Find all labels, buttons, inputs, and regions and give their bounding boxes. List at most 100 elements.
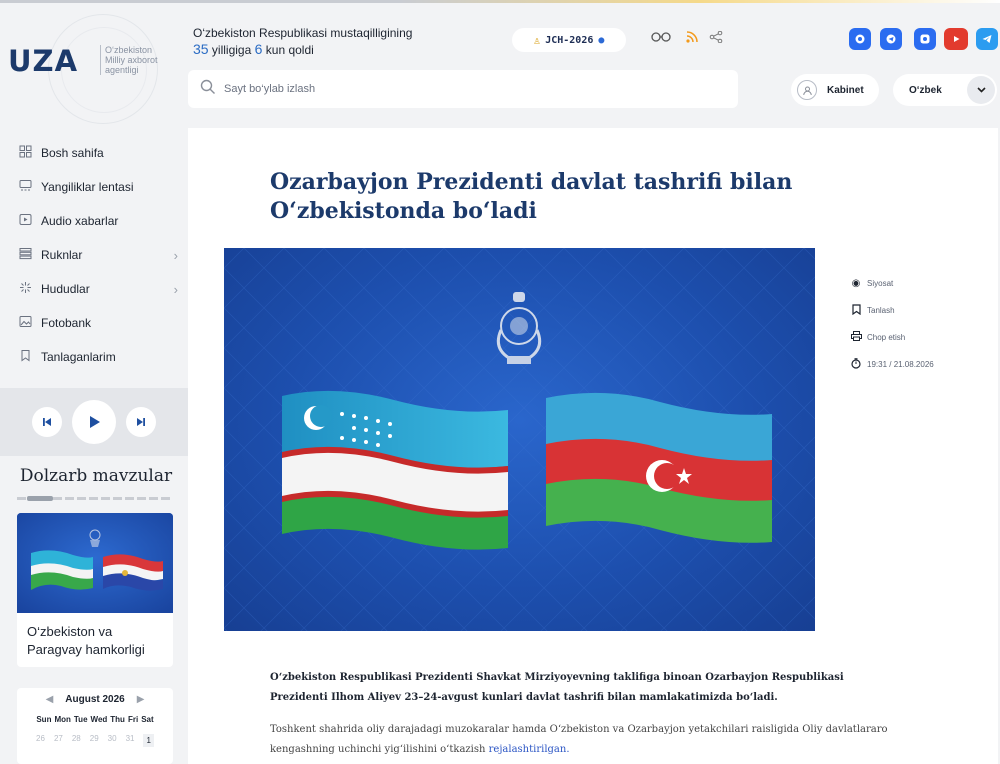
print-label: Chop etish (867, 333, 906, 342)
sidebar-item-favorites[interactable]: Tanlaganlarim (18, 340, 178, 374)
paragraph-text: Toshkent shahrida oliy darajadagi muzoka… (270, 724, 888, 755)
sidebar-item-home[interactable]: Bosh sahifa (18, 136, 178, 170)
countdown-title: O‘zbekiston Respublikasi mustaqilliginin… (193, 26, 413, 40)
countdown-days-label: kun qoldi (265, 43, 314, 57)
trending-card-title[interactable]: O‘zbekiston va Paragvay hamkorligi (17, 613, 173, 667)
print-button[interactable]: Chop etish (851, 324, 934, 351)
calendar-day[interactable]: 30 (108, 734, 117, 747)
logo-subtitle: O‘zbekiston Milliy axborot agentligi (100, 45, 180, 75)
article-hero-image (224, 248, 815, 631)
countdown-years: 35 (193, 41, 209, 57)
weekday: Sun (36, 715, 52, 724)
feed-icon (18, 179, 32, 195)
search-bar[interactable] (188, 70, 738, 108)
weekday: Thu (110, 715, 125, 724)
article-lead: O‘zbekiston Respublikasi Prezidenti Shav… (270, 672, 844, 703)
logo-subtitle-line: agentligi (105, 65, 139, 75)
image-icon (18, 315, 32, 331)
independence-countdown: O‘zbekiston Respublikasi mustaqilliginin… (193, 25, 412, 58)
sidebar-item-audio[interactable]: Audio xabarlar (18, 204, 178, 238)
bookmark-label: Tanlash (867, 306, 895, 315)
sidebar-item-label: Audio xabarlar (41, 214, 119, 228)
sidebar-item-label: Fotobank (41, 316, 92, 330)
sidebar-item-photobank[interactable]: Fotobank (18, 306, 178, 340)
chevron-right-icon[interactable]: ▶ (137, 694, 145, 705)
calendar-widget: ◀ August 2026 ▶ Sun Mon Tue Wed Thu Fri … (17, 688, 173, 764)
countdown-days: 6 (254, 41, 263, 57)
trending-card-image (17, 513, 173, 613)
top-accent-line (0, 0, 1000, 3)
jch-2026-button[interactable]: ♙ JCH-2026 ● (512, 28, 626, 52)
calendar-month: August 2026 (65, 694, 125, 705)
region-icon (18, 281, 32, 297)
calendar-day[interactable]: 31 (126, 734, 135, 747)
play-button[interactable] (72, 400, 116, 444)
share-icon[interactable] (709, 30, 723, 47)
article-category[interactable]: ◉ Siyosat (851, 270, 934, 297)
calendar-header: ◀ August 2026 ▶ (17, 688, 173, 705)
category-icon: ◉ (851, 278, 861, 289)
audio-player (0, 388, 188, 456)
user-icon (797, 80, 817, 100)
trending-slider-indicator[interactable] (17, 496, 173, 501)
logo-subtitle-line: O‘zbekiston (105, 45, 153, 55)
language-select[interactable]: O‘zbek (893, 74, 997, 106)
odnoklassniki-icon[interactable] (849, 28, 871, 50)
weekday: Sat (141, 715, 154, 724)
calendar-day[interactable]: 27 (54, 734, 63, 747)
calendar-row: 26 27 28 29 30 31 1 (17, 734, 173, 747)
youtube-icon[interactable] (944, 28, 968, 50)
previous-button[interactable] (32, 407, 62, 437)
layers-icon (18, 247, 32, 263)
cabinet-button[interactable]: Kabinet (791, 74, 879, 106)
sidebar-item-label: Bosh sahifa (41, 146, 104, 160)
calendar-day[interactable]: 29 (90, 734, 99, 747)
datetime-label: 19:31 / 21.08.2026 (867, 360, 934, 369)
medal-icon: ♙ (533, 33, 541, 47)
cabinet-label: Kabinet (827, 84, 864, 96)
paragraph-link[interactable]: rejalashtirilgan. (489, 744, 570, 755)
article-paragraph: Toshkent shahrida oliy darajadagi muzoka… (270, 720, 918, 760)
rss-icon[interactable] (686, 30, 698, 47)
glasses-icon[interactable] (651, 30, 671, 47)
search-input[interactable] (224, 83, 724, 95)
calendar-day-current[interactable]: 1 (143, 734, 154, 747)
article-datetime: 19:31 / 21.08.2026 (851, 351, 934, 378)
sidebar-item-label: Tanlaganlarim (41, 350, 116, 364)
article-meta: ◉ Siyosat Tanlash Chop etish 19:31 / 21.… (851, 270, 934, 378)
printer-icon (851, 331, 862, 344)
chevron-right-icon: › (173, 281, 178, 297)
sidebar-item-news-feed[interactable]: Yangiliklar lentasi (18, 170, 178, 204)
ball-icon: ● (598, 34, 605, 46)
chevron-down-icon[interactable] (967, 76, 995, 104)
countdown-values: 35 yilligiga 6 kun qoldi (193, 41, 412, 58)
search-icon[interactable] (200, 79, 216, 100)
sidebar-item-label: Hududlar (41, 282, 90, 296)
calendar-day[interactable]: 26 (36, 734, 45, 747)
chevron-right-icon: › (173, 247, 178, 263)
sidebar-item-rubrics[interactable]: Ruknlar › (18, 238, 178, 272)
trending-title: Dolzarb mavzular (19, 466, 173, 486)
chevron-left-icon[interactable]: ◀ (46, 694, 54, 705)
calendar-weekdays: Sun Mon Tue Wed Thu Fri Sat (17, 715, 173, 724)
trending-card[interactable]: O‘zbekiston va Paragvay hamkorligi (17, 513, 173, 667)
bookmark-icon (851, 303, 861, 318)
sidebar-nav: Bosh sahifa Yangiliklar lentasi Audio xa… (18, 136, 178, 374)
weekday: Mon (54, 715, 71, 724)
sidebar-item-label: Ruknlar (41, 248, 83, 262)
telegram-circle-icon[interactable] (880, 28, 902, 50)
weekday: Fri (127, 715, 139, 724)
bookmark-button[interactable]: Tanlash (851, 297, 934, 324)
next-button[interactable] (126, 407, 156, 437)
instagram-icon[interactable] (914, 28, 936, 50)
countdown-years-label: yilligiga (211, 43, 252, 57)
article-container: Ozarbayjon Prezidenti davlat tashrifi bi… (188, 128, 998, 764)
logo-text: UZA (8, 44, 79, 78)
sidebar-item-regions[interactable]: Hududlar › (18, 272, 178, 306)
category-label: Siyosat (867, 279, 894, 288)
weekday: Wed (90, 715, 108, 724)
telegram-icon[interactable] (976, 28, 998, 50)
calendar-day[interactable]: 28 (72, 734, 81, 747)
bookmark-icon (18, 349, 32, 365)
site-logo[interactable]: UZA O‘zbekiston Milliy axborot agentligi (8, 14, 180, 124)
